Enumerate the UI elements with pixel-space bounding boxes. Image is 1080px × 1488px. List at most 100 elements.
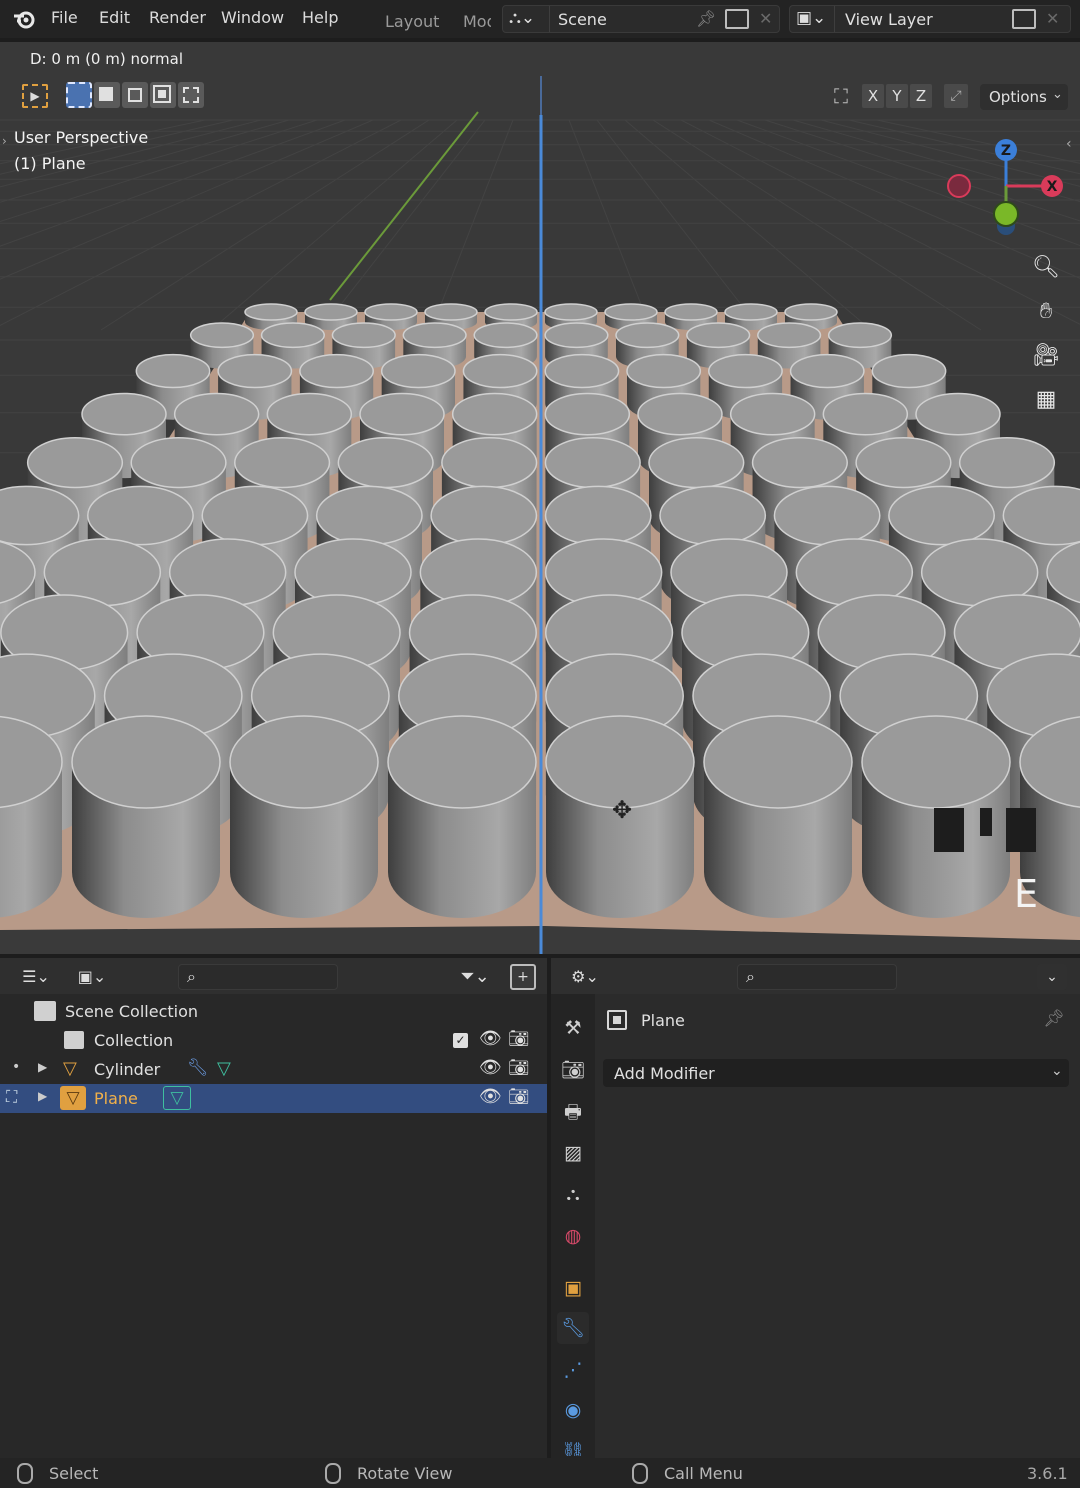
pin-icon[interactable]: 📌︎ <box>696 9 716 28</box>
active-object-label: (1) Plane <box>14 154 86 173</box>
mode-icon <box>128 88 142 102</box>
camera-render-icon[interactable]: 📷︎ <box>508 1058 530 1078</box>
mesh-data-icon[interactable]: ▽ <box>163 1086 191 1110</box>
zoom-icon[interactable]: 🔍︎ <box>1024 248 1068 288</box>
cylinder-top <box>260 322 325 349</box>
mirror-z-toggle[interactable]: Z <box>910 84 932 108</box>
cylinder-top <box>724 303 778 321</box>
camera-icon[interactable]: 🎥︎ <box>1024 336 1068 376</box>
world-icon[interactable]: ◍ <box>557 1220 589 1252</box>
eye-icon[interactable]: 👁︎ <box>479 1057 502 1078</box>
cylinder-top <box>337 436 434 489</box>
tab-modeling[interactable]: Mod <box>463 12 491 31</box>
cylinder-top <box>544 353 620 389</box>
expand-arrow-icon[interactable]: ▶ <box>38 1089 47 1103</box>
cylinder-top <box>364 303 418 321</box>
render-icon[interactable]: 📷︎ <box>557 1054 589 1086</box>
scene-selector[interactable]: ⛬⌄ Scene 📌︎ ✕ <box>502 5 780 33</box>
outliner-row-cylinder[interactable]: • ▶ ▽ Cylinder 🔧︎ ▽ 👁︎ 📷︎ <box>0 1055 547 1084</box>
mirror-icon[interactable]: ⛶ <box>834 84 848 108</box>
select-box-mode-button[interactable] <box>66 82 92 108</box>
cylinder-top <box>299 353 374 389</box>
cylinder-top <box>773 485 881 546</box>
cylinder-top <box>462 353 538 389</box>
outliner-row-scene-collection[interactable]: Scene Collection <box>0 997 547 1026</box>
cylinder-top <box>544 392 631 436</box>
hand-pan-icon[interactable]: ✋︎ <box>1024 292 1068 332</box>
cylinder-top <box>304 303 358 321</box>
3d-viewport[interactable]: D: 0 m (0 m) normal ▶ ⛶ X Y Z ⤢ Options … <box>0 42 1080 954</box>
particles-icon[interactable]: ⋰ <box>557 1354 589 1386</box>
properties-search-input[interactable]: ⌕ <box>737 964 897 990</box>
add-modifier-dropdown[interactable]: Add Modifier ⌄ <box>603 1059 1069 1087</box>
status-select: Select <box>49 1464 99 1483</box>
menu-render[interactable]: Render <box>149 8 206 27</box>
scene-icon[interactable]: ⛬⌄ <box>509 8 535 28</box>
mirror-y-toggle[interactable]: Y <box>886 84 908 108</box>
menu-help[interactable]: Help <box>302 8 338 27</box>
menu-edit[interactable]: Edit <box>99 8 130 27</box>
view-layer-icon[interactable]: ▨ <box>557 1137 589 1169</box>
cylinder-top <box>234 436 331 489</box>
blender-logo-icon[interactable] <box>12 6 38 32</box>
cylinder-instance <box>703 715 853 918</box>
properties-tab-bar: ⚒ 📷︎ 🖶︎ ▨ ⛬ ◍ ▣ 🔧︎ ⋰ ◉ ⛓ <box>551 994 595 1458</box>
outliner-search-input[interactable]: ⌕ <box>178 964 338 990</box>
modifier-icon[interactable]: 🔧︎ <box>557 1312 589 1344</box>
chevron-down-icon[interactable]: ⌄ <box>1037 964 1067 990</box>
wrench-icon[interactable]: 🔧︎ <box>187 1058 209 1078</box>
view-layer-icon[interactable]: ▣⌄ <box>796 8 826 28</box>
cylinder-top <box>915 392 1001 436</box>
cylinder-top <box>244 303 298 321</box>
cylinder-top <box>686 322 751 349</box>
options-dropdown[interactable]: Options ⌄ <box>980 84 1068 110</box>
physics-icon[interactable]: ◉ <box>557 1394 589 1426</box>
eye-icon[interactable]: 👁︎ <box>479 1028 502 1049</box>
pin-icon[interactable]: 📌︎ <box>1043 1009 1065 1029</box>
cylinder-top <box>822 392 909 436</box>
outliner-row-collection[interactable]: Collection ✓ 👁︎ 📷︎ <box>0 1026 547 1055</box>
output-icon[interactable]: 🖶︎ <box>557 1096 589 1128</box>
editor-type-icon[interactable]: ☰⌄ <box>14 964 58 990</box>
menu-file[interactable]: File <box>51 8 78 27</box>
blender-window: File Edit Render Window Help Layout Mod … <box>0 0 1080 1488</box>
outliner-row-plane[interactable]: ⛶ ▶ ▽ Plane ▽ 👁︎ 📷︎ <box>0 1084 547 1113</box>
camera-render-icon[interactable]: 📷︎ <box>508 1087 530 1107</box>
scene-canvas[interactable] <box>0 42 1080 954</box>
view-layer-selector[interactable]: ▣⌄ View Layer ✕ <box>789 5 1071 33</box>
cylinder-instance <box>229 715 379 918</box>
checkbox-icon[interactable]: ✓ <box>453 1033 468 1048</box>
chevron-down-icon: ⌄ <box>1051 1063 1063 1079</box>
filter-icon[interactable]: ⏷⌄ <box>452 964 498 990</box>
new-collection-icon[interactable]: + <box>510 964 536 990</box>
close-icon[interactable]: ✕ <box>1046 9 1059 28</box>
new-view-layer-icon[interactable] <box>1012 9 1036 29</box>
menu-window[interactable]: Window <box>221 8 284 27</box>
tab-layout[interactable]: Layout <box>385 12 439 31</box>
eye-icon[interactable]: 👁︎ <box>479 1086 502 1107</box>
cylinder-top <box>637 392 723 436</box>
mesh-data-icon[interactable]: ▽ <box>217 1058 231 1079</box>
gizmo-neg-x[interactable] <box>947 174 971 198</box>
auto-merge-icon[interactable]: ⤢ <box>944 84 968 108</box>
grid-ortho-icon[interactable]: ▦ <box>1024 380 1068 420</box>
cylinder-top <box>315 485 423 546</box>
toolbar-expand-icon[interactable]: › <box>2 134 7 148</box>
constraints-icon[interactable]: ⛓ <box>557 1436 589 1456</box>
select-extend-button[interactable] <box>94 82 120 108</box>
navigation-gizmo[interactable]: Z X <box>940 134 1070 244</box>
select-subtract-button[interactable] <box>122 82 148 108</box>
gizmo-y[interactable] <box>993 201 1019 227</box>
display-mode-icon[interactable]: ▣⌄ <box>70 964 114 990</box>
scene-icon[interactable]: ⛬ <box>557 1178 589 1210</box>
editor-type-icon[interactable]: ⚙⌄ <box>563 964 607 990</box>
select-invert-button[interactable] <box>150 82 176 108</box>
close-icon[interactable]: ✕ <box>759 9 772 28</box>
select-intersect-button[interactable] <box>178 82 204 108</box>
expand-arrow-icon[interactable]: ▶ <box>38 1060 47 1074</box>
new-scene-icon[interactable] <box>725 9 749 29</box>
mirror-x-toggle[interactable]: X <box>862 84 884 108</box>
tool-icon[interactable]: ⚒ <box>557 1012 589 1044</box>
camera-render-icon[interactable]: 📷︎ <box>508 1029 530 1049</box>
object-icon[interactable]: ▣ <box>557 1272 589 1304</box>
